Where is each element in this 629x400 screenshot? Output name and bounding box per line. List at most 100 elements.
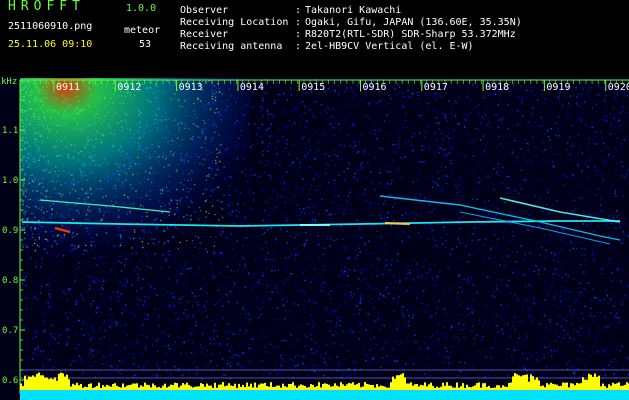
noise-dot [321, 139, 323, 142]
noise-dot [587, 166, 589, 168]
noise-dot [428, 195, 431, 198]
noise-dot [545, 225, 547, 228]
noise-dot [562, 228, 564, 231]
noise-dot [253, 286, 255, 288]
noise-dot [430, 230, 432, 232]
noise-dot [197, 304, 200, 306]
noise-dot [516, 251, 519, 254]
noise-dot [424, 258, 427, 261]
noise-dot [348, 305, 350, 307]
noise-dot [308, 206, 310, 209]
noise-dot [64, 293, 66, 295]
noise-dot [185, 353, 188, 355]
noise-dot [461, 195, 463, 197]
noise-dot [344, 90, 346, 93]
noise-dot [549, 139, 551, 141]
noise-dot [577, 166, 579, 168]
noise-dot [261, 142, 264, 144]
noise-dot [438, 300, 441, 302]
noise-dot [620, 142, 623, 144]
noise-dot [304, 335, 306, 337]
noise-dot [370, 171, 372, 173]
noise-dot [600, 87, 602, 89]
noise-dot [582, 374, 584, 376]
noise-dot [290, 94, 293, 96]
noise-dot [106, 363, 108, 365]
noise-dot [274, 270, 277, 272]
noise-dot [461, 268, 463, 270]
noise-dot [109, 326, 111, 328]
noise-dot [397, 146, 400, 148]
noise-dot [35, 298, 38, 300]
noise-dot [329, 359, 331, 361]
noise-dot [527, 126, 529, 128]
noise-dot [587, 224, 589, 227]
noise-dot [109, 297, 112, 299]
noise-dot [308, 198, 311, 201]
noise-dot [527, 228, 529, 231]
noise-dot [359, 308, 361, 311]
noise-dot [224, 331, 227, 333]
noise-dot [357, 254, 359, 256]
noise-dot [262, 107, 264, 109]
noise-dot [313, 324, 316, 326]
noise-dot [438, 152, 441, 154]
noise-dot [543, 117, 546, 119]
noise-dot [149, 329, 152, 332]
noise-dot [527, 207, 530, 210]
noise-dot [618, 317, 620, 319]
noise-dot [524, 253, 526, 256]
noise-dot [216, 302, 218, 304]
noise-dot [451, 248, 453, 250]
noise-dot [448, 100, 450, 102]
noise-dot [385, 186, 388, 188]
noise-dot [438, 338, 440, 341]
noise-dot [460, 319, 462, 321]
noise-dot [315, 174, 317, 176]
noise-dot [445, 240, 447, 242]
noise-dot [546, 376, 548, 378]
noise-dot [445, 319, 447, 322]
noise-dot [402, 231, 404, 233]
noise-dot [598, 188, 600, 190]
noise-dot [608, 208, 610, 211]
noise-dot [455, 192, 458, 194]
noise-dot [243, 306, 245, 308]
noise-dot [42, 365, 44, 368]
noise-dot [555, 330, 557, 332]
noise-dot [606, 159, 608, 161]
noise-dot [264, 255, 266, 257]
info-colon: : [295, 17, 302, 28]
noise-dot [303, 279, 306, 282]
noise-dot [309, 149, 312, 151]
noise-dot [458, 123, 461, 125]
noise-dot [247, 316, 249, 319]
noise-dot [534, 224, 536, 226]
noise-dot [476, 292, 478, 294]
noise-dot [211, 353, 214, 355]
noise-dot [576, 358, 579, 360]
noise-dot [577, 134, 580, 136]
noise-dot [210, 343, 212, 345]
noise-dot [356, 94, 358, 97]
noise-dot [286, 99, 289, 101]
noise-dot [184, 279, 186, 281]
noise-dot [295, 105, 297, 107]
noise-dot [26, 274, 28, 276]
noise-dot [403, 328, 406, 330]
noise-dot [213, 338, 215, 340]
noise-dot [359, 251, 361, 253]
noise-dot [95, 278, 97, 280]
noise-dot [427, 277, 429, 280]
noise-dot [503, 184, 505, 187]
noise-dot [589, 156, 591, 158]
noise-dot [284, 182, 286, 185]
noise-dot [449, 223, 451, 225]
noise-dot [359, 227, 361, 230]
noise-dot [518, 225, 520, 227]
noise-dot [488, 121, 490, 123]
noise-dot [538, 248, 540, 251]
noise-dot [454, 82, 457, 84]
noise-dot [281, 371, 283, 373]
noise-dot [457, 236, 460, 239]
